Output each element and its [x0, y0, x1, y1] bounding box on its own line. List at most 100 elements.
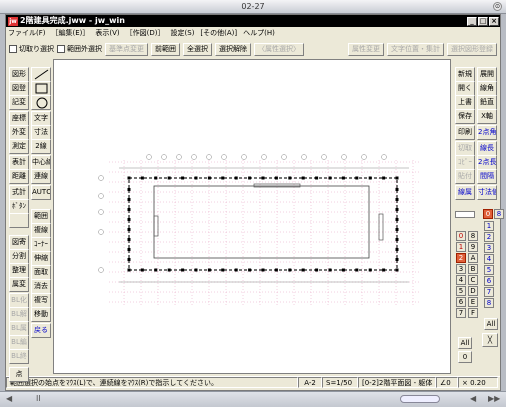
cut-select-option[interactable]: 切取り選択 [9, 44, 54, 54]
left-tool-7[interactable]: 距離 [9, 169, 29, 184]
menu-other[interactable]: [その他(A)] [200, 27, 237, 39]
horizontal-scrollbar[interactable]: ◀ II ◀ ▶▶ [0, 391, 506, 407]
all-layers-button-2[interactable]: All [458, 337, 472, 349]
left-tool-12[interactable]: 分割 [9, 249, 29, 264]
minimize-button[interactable]: _ [467, 17, 477, 26]
rect-tool-icon[interactable] [31, 81, 51, 96]
line-tool-icon[interactable] [31, 67, 51, 82]
menu-settings[interactable]: 設定(S) [171, 27, 195, 39]
layer-b-0[interactable]: 1 [484, 221, 494, 231]
out-select-checkbox[interactable] [57, 45, 65, 53]
left-tool-2[interactable]: 記変 [9, 95, 29, 110]
layer-group-7[interactable]: 7 [456, 308, 466, 318]
left-tool-20[interactable]: 点 [9, 367, 29, 382]
left-tool-11[interactable]: 図寄 [9, 235, 29, 250]
layer-group-4[interactable]: 4 [456, 275, 466, 285]
os-corner-icon[interactable]: ⊙ [493, 2, 502, 11]
left-tool-0[interactable]: 図形 [9, 67, 29, 82]
left-tool2-8[interactable]: ｺｰﾅｰ [31, 237, 51, 252]
paper-size[interactable]: A-2 [298, 377, 322, 388]
layer-b-7[interactable]: 8 [484, 298, 494, 308]
line-attr-preview[interactable] [455, 211, 475, 218]
left-tool2-7[interactable]: 複線 [31, 223, 51, 238]
angle-indicator[interactable]: ∠0 [436, 377, 458, 388]
select-all-button[interactable]: 全選択 [183, 42, 212, 56]
window-title-bar[interactable]: jw 2階建具完成.jww - jw_win _ □ × [6, 15, 500, 27]
scroll-left-icon[interactable]: ◀ [6, 394, 12, 403]
layer-a-5[interactable]: D [468, 286, 478, 296]
left-tool-19[interactable]: BL終 [9, 349, 29, 364]
right-tool-a-7[interactable]: 貼付 [455, 169, 475, 184]
left-tool-13[interactable]: 整理 [9, 263, 29, 278]
layer-group-0[interactable]: 0 [456, 231, 466, 241]
right-tool-a-8[interactable]: 線属 [455, 185, 475, 200]
left-tool-17[interactable]: BL属 [9, 321, 29, 336]
layer-a-4[interactable]: C [468, 275, 478, 285]
left-tool-4[interactable]: 外変 [9, 125, 29, 140]
left-tool2-10[interactable]: 面取 [31, 265, 51, 280]
right-tool-a-2[interactable]: 上書 [455, 95, 475, 110]
right-tool-b-5[interactable]: 線長 [477, 141, 497, 156]
right-tool-a-6[interactable]: ｺﾋﾟｰ [455, 155, 475, 170]
right-tool-a-0[interactable]: 新規 [455, 67, 475, 82]
left-tool-6[interactable]: 表計 [9, 155, 29, 170]
left-tool2-11[interactable]: 消去 [31, 279, 51, 294]
left-tool-8[interactable]: 式計 [9, 185, 29, 200]
menu-file[interactable]: ファイル(F) [8, 27, 46, 39]
left-tool-1[interactable]: 図登 [9, 81, 29, 96]
attr-select-button[interactable]: 〈属性選択〉 [254, 42, 304, 56]
layer-a-2[interactable]: A [468, 253, 478, 263]
menu-help[interactable]: ヘルプ(H) [243, 27, 275, 39]
scroll-page-icon[interactable]: II [36, 394, 41, 403]
right-tool-b-6[interactable]: 2点長 [477, 155, 497, 170]
layer-indicator[interactable]: [0-2]2階平面図 - 躯体 [358, 377, 436, 388]
layer-b-2[interactable]: 3 [484, 243, 494, 253]
close-button[interactable]: × [489, 17, 499, 26]
left-tool2-5[interactable]: AUTO [31, 185, 51, 200]
deselect-button[interactable]: 選択解除 [215, 42, 251, 56]
left-tool-10[interactable] [9, 213, 29, 228]
attr-change-button[interactable]: 属性変更 [348, 42, 384, 56]
layer-group-3[interactable]: 3 [456, 264, 466, 274]
prev-range-button[interactable]: 前範囲 [151, 42, 180, 56]
layer-group-2[interactable]: 2 [456, 253, 466, 263]
left-tool2-2[interactable]: 2線 [31, 139, 51, 154]
left-tool-18[interactable]: BL編 [9, 335, 29, 350]
layer-b-3[interactable]: 4 [484, 254, 494, 264]
layer-zero-button[interactable]: 0 [458, 351, 472, 363]
register-figure-button[interactable]: 選択図形登録 [447, 42, 497, 56]
menu-edit[interactable]: ［編集(E)］ [52, 27, 90, 39]
right-tool-a-3[interactable]: 保存 [455, 109, 475, 124]
left-tool2-12[interactable]: 複写 [31, 293, 51, 308]
right-tool-a-1[interactable]: 開く [455, 81, 475, 96]
left-tool2-1[interactable]: 寸法 [31, 125, 51, 140]
layer-a-6[interactable]: E [468, 297, 478, 307]
left-tool2-9[interactable]: 伸縮 [31, 251, 51, 266]
menu-view[interactable]: 表示(V) [95, 27, 119, 39]
layer-group-5[interactable]: 5 [456, 286, 466, 296]
layer-b-4[interactable]: 5 [484, 265, 494, 275]
layer-group-1[interactable]: 1 [456, 242, 466, 252]
left-tool2-6[interactable]: 範囲 [31, 209, 51, 224]
all-layers-button[interactable]: All [484, 318, 498, 330]
text-position-button[interactable]: 文字位置・集計 [387, 42, 444, 56]
scroll-prev-icon[interactable]: ◀ [470, 394, 476, 403]
right-tool-b-4[interactable]: 2点角 [477, 125, 497, 140]
layer-b-1[interactable]: 2 [484, 232, 494, 242]
circle-tool-icon[interactable] [31, 95, 51, 110]
right-tool-a-4[interactable]: 印刷 [455, 125, 475, 140]
right-tool-b-0[interactable]: 展開 [477, 67, 497, 82]
right-tool-b-3[interactable]: X軸 [477, 109, 497, 124]
right-tool-b-8[interactable]: 寸法値 [477, 185, 497, 200]
scale-indicator[interactable]: S=1/50 [322, 377, 358, 388]
menu-draw[interactable]: ［作図(D)］ [126, 27, 165, 39]
left-tool-14[interactable]: 属変 [9, 277, 29, 292]
right-tool-b-7[interactable]: 間隔 [477, 169, 497, 184]
out-select-option[interactable]: 範囲外選択 [57, 44, 102, 54]
left-tool-9[interactable]: ﾎﾞﾀﾝ [9, 199, 29, 214]
layer-b-6[interactable]: 7 [484, 287, 494, 297]
group-current[interactable]: 0 [483, 209, 493, 219]
layer-a-7[interactable]: F [468, 308, 478, 318]
right-tool-b-1[interactable]: 線角 [477, 81, 497, 96]
layer-group-6[interactable]: 6 [456, 297, 466, 307]
